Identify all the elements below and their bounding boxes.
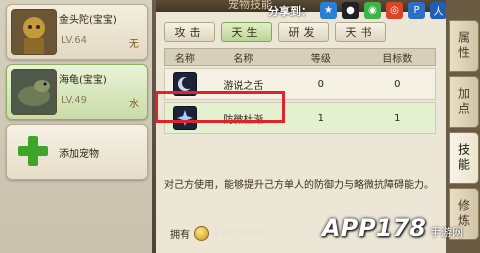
- table-header: 名称 名称 等级 目标数: [164, 48, 436, 66]
- skill-level: 1: [317, 112, 325, 124]
- wechat-icon[interactable]: ◉: [364, 2, 381, 19]
- tab-attack[interactable]: 攻击: [164, 22, 215, 42]
- column-header: 名称: [233, 53, 254, 65]
- skill-name: 防微杜渐: [223, 114, 264, 126]
- plus-icon: [18, 136, 48, 166]
- skill-targets: 0: [394, 78, 401, 90]
- table-row[interactable]: 游说之舌 0 0: [164, 68, 436, 100]
- column-header: 目标数: [382, 53, 413, 65]
- pet-card-1[interactable]: 金头陀(宝宝) LV.64 无: [6, 4, 148, 60]
- add-pet-label: 添加宠物: [59, 149, 99, 160]
- pet-avatar-turtle: [11, 69, 57, 115]
- pet-card-2[interactable]: 海龟(宝宝) LV.49 水: [6, 64, 148, 120]
- share-label: 分享到：: [268, 5, 312, 18]
- qq-icon[interactable]: ●: [342, 2, 359, 19]
- sparkle-skill-icon: [172, 106, 197, 130]
- skill-tabs: 攻击 天生 研发 天书: [164, 22, 386, 42]
- renren-icon[interactable]: 人: [430, 2, 447, 19]
- pet-list: 金头陀(宝宝) LV.64 无 海龟(宝宝) LV.49 水 添加宠物: [0, 0, 152, 253]
- weibo-icon[interactable]: ◎: [386, 2, 403, 19]
- skill-description: 对己方使用，能够提升己方单人的防御力与略微抗障碍能力。: [164, 180, 434, 191]
- owned-currency: 拥有 12478284: [170, 226, 264, 241]
- side-tab-points[interactable]: 加点: [449, 76, 479, 128]
- skill-level: 0: [317, 78, 325, 90]
- owned-value: 12478284: [213, 228, 264, 239]
- panel-title: 宠物技能: [228, 0, 272, 11]
- skill-table: 名称 名称 等级 目标数 游说之舌 0 0 防微杜渐 1 1: [164, 48, 436, 134]
- watermark-logo: APP178: [322, 214, 426, 242]
- pet-level: LV.49: [61, 95, 87, 106]
- tab-innate[interactable]: 天生: [221, 22, 272, 42]
- skill-icon-cell: [165, 69, 205, 99]
- add-pet-button[interactable]: 添加宠物: [6, 124, 148, 180]
- pet-name: 海龟(宝宝): [59, 75, 107, 86]
- qzone-icon[interactable]: ★: [320, 2, 337, 19]
- owned-label: 拥有: [170, 230, 190, 241]
- skill-name: 游说之舌: [223, 80, 264, 92]
- table-row[interactable]: 防微杜渐 1 1: [164, 102, 436, 134]
- skill-targets: 1: [394, 112, 401, 124]
- crescent-skill-icon: [172, 72, 197, 96]
- pet-level: LV.64: [61, 35, 87, 46]
- tab-research[interactable]: 研发: [278, 22, 329, 42]
- pet-element: 无: [129, 39, 139, 50]
- column-header: 等级: [310, 53, 331, 65]
- side-tab-attributes[interactable]: 属性: [449, 20, 479, 72]
- pet-avatar-golden-monk: [11, 9, 57, 55]
- watermark-sub: 手游网: [430, 226, 463, 239]
- side-tab-skills[interactable]: 技能: [449, 132, 479, 184]
- tab-skillbook[interactable]: 天书: [335, 22, 386, 42]
- coin-icon: [194, 226, 209, 241]
- pet-name: 金头陀(宝宝): [59, 15, 117, 26]
- skill-icon-cell: [165, 103, 205, 133]
- pet-element: 水: [129, 99, 139, 110]
- tencent-weibo-icon[interactable]: P: [408, 2, 425, 19]
- side-tabs: 属性 加点 技能 修炼: [446, 0, 480, 253]
- column-header: 名称: [174, 53, 195, 65]
